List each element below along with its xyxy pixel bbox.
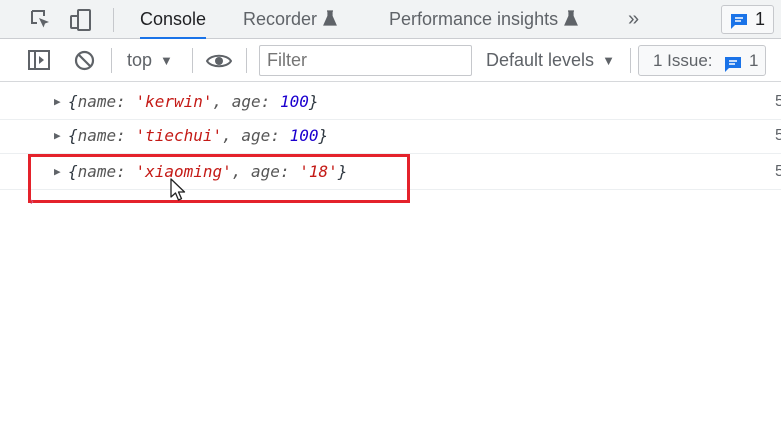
source-link[interactable]: 5 bbox=[775, 154, 781, 190]
devtools-tabbar: Console Recorder Performance insights » … bbox=[0, 0, 781, 39]
sidebar-toggle-icon[interactable] bbox=[28, 50, 50, 75]
issues-badge-count: 1 bbox=[755, 9, 766, 29]
log-levels-label: Default levels bbox=[486, 50, 595, 70]
issues-badge-button[interactable]: 1 bbox=[721, 5, 774, 34]
toolbar-divider bbox=[111, 48, 112, 73]
clear-console-icon[interactable] bbox=[74, 50, 95, 76]
tab-console-label: Console bbox=[140, 9, 207, 29]
context-selector-value: top bbox=[127, 50, 153, 70]
console-prompt-icon[interactable]: › bbox=[30, 196, 34, 208]
more-tabs-label: » bbox=[628, 8, 640, 30]
expand-arrow-icon[interactable]: ▶ bbox=[54, 118, 61, 154]
log-levels-dropdown[interactable]: Default levels ▼ bbox=[486, 39, 615, 82]
cursor-icon bbox=[170, 178, 186, 207]
console-log-row[interactable]: ▶ {name: 'tiechui', age: 100} 5 bbox=[0, 118, 781, 154]
logged-object: {name: 'kerwin', age: 100} bbox=[68, 92, 319, 111]
flask-icon bbox=[564, 1, 579, 39]
flask-icon bbox=[323, 1, 337, 39]
message-icon bbox=[730, 11, 748, 38]
tab-recorder[interactable]: Recorder bbox=[243, 0, 337, 39]
message-icon bbox=[724, 53, 742, 82]
filter-input[interactable] bbox=[259, 45, 472, 76]
console-log-row[interactable]: ▶ {name: 'xiaoming', age: '18'} 5 bbox=[0, 154, 781, 190]
context-selector[interactable]: top ▼ bbox=[127, 39, 173, 82]
caret-down-icon: ▼ bbox=[160, 53, 173, 68]
inspect-element-icon[interactable] bbox=[29, 8, 53, 32]
toolbar-divider bbox=[113, 8, 114, 32]
toolbar-divider bbox=[630, 48, 631, 73]
caret-down-icon: ▼ bbox=[602, 53, 615, 68]
expand-arrow-icon[interactable]: ▶ bbox=[54, 84, 61, 120]
issues-label: 1 Issue: bbox=[653, 51, 713, 70]
tab-performance-insights[interactable]: Performance insights bbox=[389, 0, 579, 39]
tab-performance-insights-label: Performance insights bbox=[389, 9, 559, 29]
source-link[interactable]: 5 bbox=[775, 118, 781, 154]
source-link[interactable]: 5 bbox=[775, 84, 781, 120]
console-log-row[interactable]: ▶ {name: 'kerwin', age: 100} 5 bbox=[0, 84, 781, 120]
issues-button[interactable]: 1 Issue: 1 bbox=[638, 45, 766, 76]
toolbar-divider bbox=[246, 48, 247, 73]
logged-object: {name: 'xiaoming', age: '18'} bbox=[68, 162, 348, 181]
tab-console[interactable]: Console bbox=[140, 0, 207, 39]
tab-recorder-label: Recorder bbox=[243, 9, 318, 29]
expand-arrow-icon[interactable]: ▶ bbox=[54, 154, 61, 190]
issues-count: 1 bbox=[749, 51, 759, 70]
more-tabs-button[interactable]: » bbox=[628, 0, 639, 39]
eye-icon[interactable] bbox=[205, 52, 233, 75]
console-toolbar: top ▼ Default levels ▼ 1 Issue: 1 bbox=[0, 39, 781, 82]
logged-object: {name: 'tiechui', age: 100} bbox=[68, 126, 329, 145]
toolbar-divider bbox=[192, 48, 193, 73]
device-toolbar-icon[interactable] bbox=[69, 8, 93, 32]
